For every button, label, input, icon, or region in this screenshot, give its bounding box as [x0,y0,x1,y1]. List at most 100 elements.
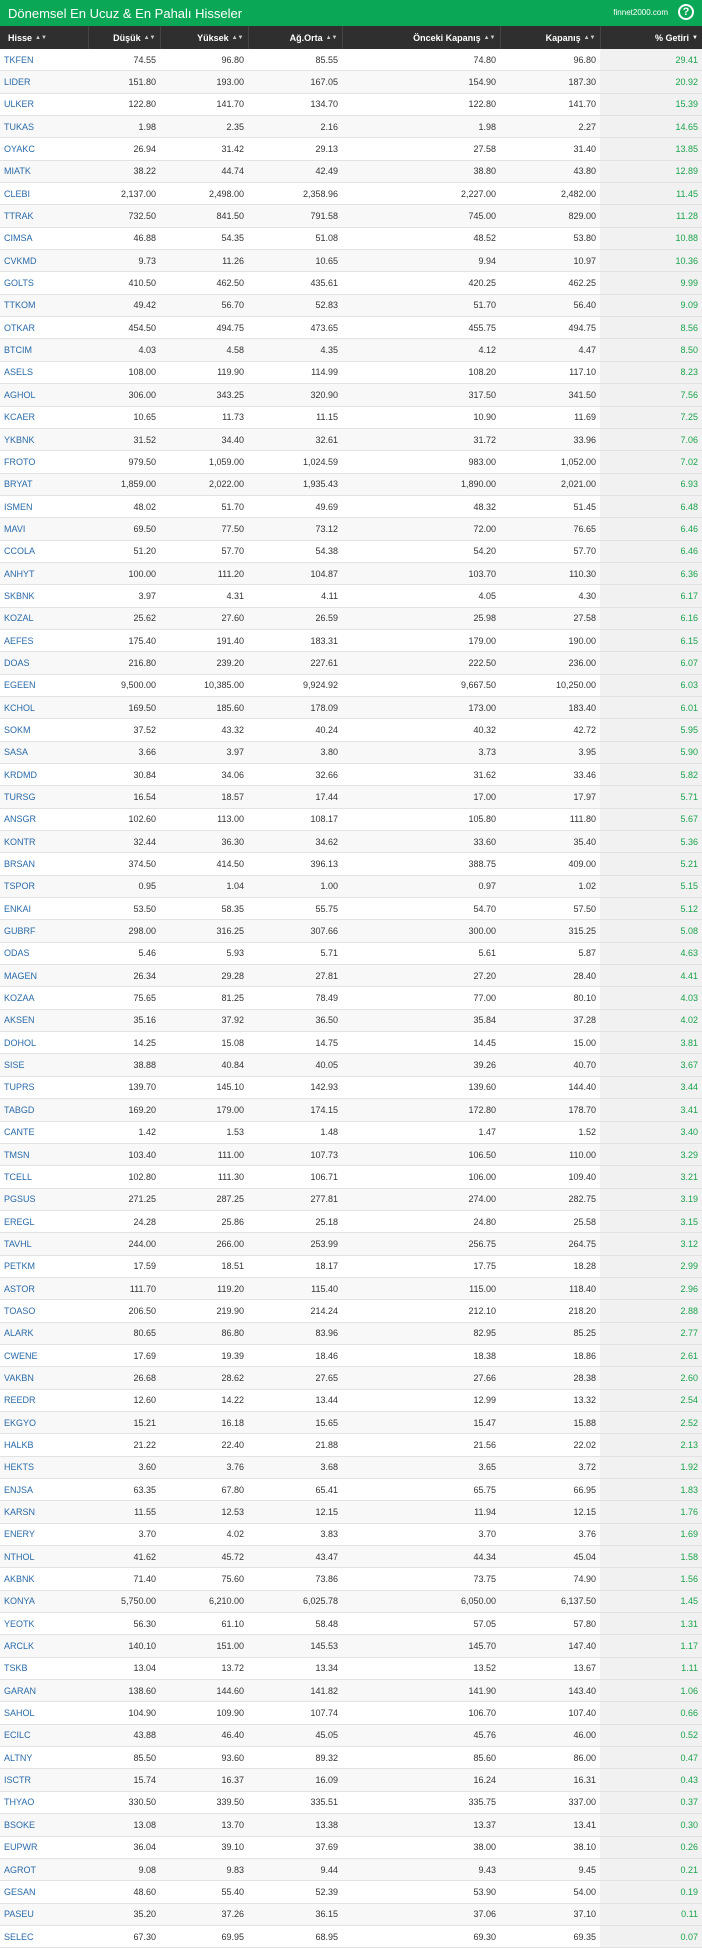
table-row[interactable]: ANSGR 102.60 113.00 108.17 105.80 111.80 5.67 [0,808,702,832]
stock-symbol-link[interactable]: MAVI [0,517,88,541]
table-row[interactable]: KARSN 11.55 12.53 12.15 11.94 12.15 1.76 [0,1500,702,1524]
stock-symbol-link[interactable]: SOKM [0,718,88,742]
table-row[interactable]: TOASO 206.50 219.90 214.24 212.10 218.20 2.88 [0,1299,702,1323]
stock-symbol-link[interactable]: NTHOL [0,1545,88,1569]
stock-symbol-link[interactable]: GARAN [0,1679,88,1703]
table-row[interactable]: GUBRF 298.00 316.25 307.66 300.00 315.25 5.08 [0,919,702,943]
table-row[interactable]: FROTO 979.50 1,059.00 1,024.59 983.00 1,052.0… [0,450,702,474]
table-row[interactable]: EKGYO 15.21 16.18 15.65 15.47 15.88 2.52 [0,1411,702,1435]
stock-symbol-link[interactable]: CLEBI [0,182,88,206]
stock-symbol-link[interactable]: EKGYO [0,1411,88,1435]
stock-symbol-link[interactable]: TURSG [0,785,88,809]
table-row[interactable]: SKBNK 3.97 4.31 4.11 4.05 4.30 6.17 [0,584,702,608]
stock-symbol-link[interactable]: CIMSA [0,227,88,251]
stock-symbol-link[interactable]: TTRAK [0,204,88,228]
column-header-getiri[interactable]: % Getiri ▼ [600,26,702,49]
stock-symbol-link[interactable]: ARCLK [0,1634,88,1658]
sort-icon[interactable]: ▲▼ [35,35,47,41]
column-header-kapanis[interactable]: Kapanış ▲▼ [500,26,601,49]
table-row[interactable]: KONYA 5,750.00 6,210.00 6,025.78 6,050.00 6,1… [0,1590,702,1614]
stock-symbol-link[interactable]: ALARK [0,1322,88,1345]
stock-symbol-link[interactable]: AGROT [0,1858,88,1882]
table-row[interactable]: ISCTR 15.74 16.37 16.09 16.24 16.31 0.43 [0,1768,702,1792]
stock-symbol-link[interactable]: GUBRF [0,919,88,943]
stock-symbol-link[interactable]: PGSUS [0,1188,88,1211]
stock-symbol-link[interactable]: LIDER [0,70,88,94]
table-row[interactable]: ENKAI 53.50 58.35 55.75 54.70 57.50 5.12 [0,897,702,921]
stock-symbol-link[interactable]: AKSEN [0,1009,88,1033]
stock-symbol-link[interactable]: ANHYT [0,562,88,586]
stock-symbol-link[interactable]: SAHOL [0,1701,88,1725]
stock-symbol-link[interactable]: DOAS [0,651,88,675]
stock-symbol-link[interactable]: ANSGR [0,808,88,832]
table-row[interactable]: TTKOM 49.42 56.70 52.83 51.70 56.40 9.09 [0,294,702,318]
stock-symbol-link[interactable]: KONTR [0,830,88,854]
table-row[interactable]: KCAER 10.65 11.73 11.15 10.90 11.69 7.25 [0,406,702,429]
stock-symbol-link[interactable]: KRDMD [0,763,88,787]
table-row[interactable]: CCOLA 51.20 57.70 54.38 54.20 57.70 6.46 [0,540,702,563]
column-header-yuksek[interactable]: Yüksek ▲▼ [160,26,249,49]
table-row[interactable]: ENJSA 63.35 67.80 65.41 65.75 66.95 1.83 [0,1478,702,1502]
table-row[interactable]: ASELS 108.00 119.90 114.99 108.20 117.10 8.23 [0,361,702,385]
stock-symbol-link[interactable]: ENERY [0,1523,88,1547]
column-header-ag-orta[interactable]: Ağ.Orta ▲▼ [248,26,343,49]
stock-symbol-link[interactable]: HALKB [0,1433,88,1457]
table-row[interactable]: TKFEN 74.55 96.80 85.55 74.80 96.80 29.41 [0,49,702,72]
stock-symbol-link[interactable]: BRSAN [0,852,88,876]
table-row[interactable]: TURSG 16.54 18.57 17.44 17.00 17.97 5.71 [0,785,702,809]
table-row[interactable]: HALKB 21.22 22.40 21.88 21.56 22.02 2.13 [0,1433,702,1457]
stock-symbol-link[interactable]: CANTE [0,1121,88,1144]
table-row[interactable]: CLEBI 2,137.00 2,498.00 2,358.96 2,227.00 2,4… [0,182,702,206]
sort-icon[interactable]: ▲▼ [484,35,496,41]
table-row[interactable]: BRYAT 1,859.00 2,022.00 1,935.43 1,890.00 2,0… [0,473,702,496]
table-row[interactable]: AEFES 175.40 191.40 183.31 179.00 190.00 6.15 [0,629,702,653]
table-row[interactable]: SELEC 67.30 69.95 68.95 69.30 69.35 0.07 [0,1925,702,1948]
table-row[interactable]: SASA 3.66 3.97 3.80 3.73 3.95 5.90 [0,741,702,765]
table-row[interactable]: ALARK 80.65 86.80 83.96 82.95 85.25 2.77 [0,1322,702,1345]
stock-symbol-link[interactable]: AKBNK [0,1567,88,1591]
stock-symbol-link[interactable]: MAGEN [0,964,88,988]
table-row[interactable]: GOLTS 410.50 462.50 435.61 420.25 462.25 9.99 [0,271,702,295]
stock-symbol-link[interactable]: BTCIM [0,338,88,362]
stock-symbol-link[interactable]: KCAER [0,406,88,429]
sort-icon[interactable]: ▲▼ [584,35,596,41]
stock-symbol-link[interactable]: TKFEN [0,49,88,72]
table-row[interactable]: EUPWR 36.04 39.10 37.69 38.00 38.10 0.26 [0,1836,702,1859]
stock-symbol-link[interactable]: CVKMD [0,249,88,273]
table-row[interactable]: SAHOL 104.90 109.90 107.74 106.70 107.40 0.66 [0,1701,702,1725]
table-row[interactable]: TSPOR 0.95 1.04 1.00 0.97 1.02 5.15 [0,875,702,899]
stock-symbol-link[interactable]: PASEU [0,1903,88,1926]
table-row[interactable]: TSKB 13.04 13.72 13.34 13.52 13.67 1.11 [0,1657,702,1681]
stock-symbol-link[interactable]: AGHOL [0,383,88,407]
table-row[interactable]: MAGEN 26.34 29.28 27.81 27.20 28.40 4.41 [0,964,702,988]
table-row[interactable]: ODAS 5.46 5.93 5.71 5.61 5.87 4.63 [0,942,702,966]
sort-desc-icon[interactable]: ▼ [692,35,698,41]
table-row[interactable]: ASTOR 111.70 119.20 115.40 115.00 118.40 2.96 [0,1277,702,1301]
stock-symbol-link[interactable]: VAKBN [0,1366,88,1390]
stock-symbol-link[interactable]: AEFES [0,629,88,653]
stock-symbol-link[interactable]: ECILC [0,1724,88,1748]
stock-symbol-link[interactable]: ISCTR [0,1768,88,1792]
stock-symbol-link[interactable]: ISMEN [0,495,88,519]
table-row[interactable]: REEDR 12.60 14.22 13.44 12.99 13.32 2.54 [0,1389,702,1412]
sort-icon[interactable]: ▲▼ [144,35,156,41]
table-row[interactable]: TCELL 102.80 111.30 106.71 106.00 109.40 3.21 [0,1165,702,1189]
stock-symbol-link[interactable]: SISE [0,1053,88,1077]
stock-symbol-link[interactable]: EREGL [0,1210,88,1234]
stock-symbol-link[interactable]: REEDR [0,1389,88,1412]
table-row[interactable]: PASEU 35.20 37.26 36.15 37.06 37.10 0.11 [0,1903,702,1926]
table-row[interactable]: AGHOL 306.00 343.25 320.90 317.50 341.50 7.56 [0,383,702,407]
table-row[interactable]: OTKAR 454.50 494.75 473.65 455.75 494.75 8.56 [0,316,702,340]
table-row[interactable]: TMSN 103.40 111.00 107.73 106.50 110.00 3.29 [0,1143,702,1167]
table-row[interactable]: TABGD 169.20 179.00 174.15 172.80 178.70 3.41 [0,1098,702,1122]
stock-symbol-link[interactable]: EGEEN [0,674,88,697]
help-icon[interactable]: ? [678,4,694,20]
table-row[interactable]: CIMSA 46.88 54.35 51.08 48.52 53.80 10.88 [0,227,702,251]
table-row[interactable]: CVKMD 9.73 11.26 10.65 9.94 10.97 10.36 [0,249,702,273]
stock-symbol-link[interactable]: TUKAS [0,115,88,139]
table-row[interactable]: YEOTK 56.30 61.10 58.48 57.05 57.80 1.31 [0,1612,702,1636]
stock-symbol-link[interactable]: ULKER [0,93,88,117]
stock-symbol-link[interactable]: BSOKE [0,1813,88,1837]
table-row[interactable]: GESAN 48.60 55.40 52.39 53.90 54.00 0.19 [0,1880,702,1904]
stock-symbol-link[interactable]: TMSN [0,1143,88,1167]
